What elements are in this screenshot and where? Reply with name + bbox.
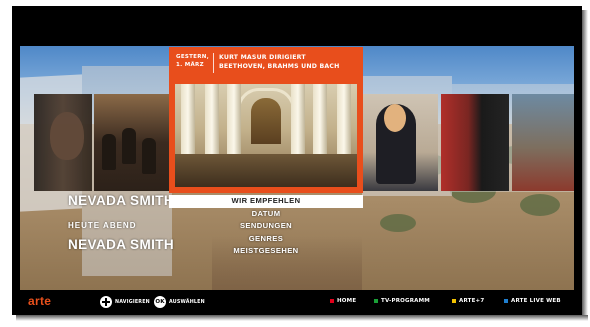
program-title: NEVADA SMITH — [68, 237, 175, 252]
select-hint: OK AUSWÄHLEN — [154, 296, 205, 308]
category-menu: WIR EMPFEHLEN DATUM SENDUNGEN GENRES MEI… — [169, 195, 363, 258]
dpad-icon — [100, 296, 112, 308]
featured-separator — [213, 53, 214, 73]
bottom-bar: arte NAVIGIEREN OK AUSWÄHLEN HOME TV-PRO… — [12, 290, 582, 315]
program-thumbnail[interactable] — [34, 94, 92, 191]
program-title: NEVADA SMITH — [68, 193, 175, 208]
red-button-icon — [330, 299, 334, 303]
menu-item-datum[interactable]: DATUM — [169, 208, 363, 221]
green-button-icon — [374, 299, 378, 303]
tv-screen: GESTERN, 1. MÄRZ KURT MASUR DIRIGIERT BE… — [12, 6, 582, 315]
program-thumbnail[interactable] — [512, 94, 574, 191]
menu-item-meistgesehen[interactable]: MEISTGESEHEN — [169, 245, 363, 258]
blue-button-icon — [504, 299, 508, 303]
arte-logo: arte — [28, 294, 52, 308]
featured-image — [175, 84, 357, 187]
arte-plus-7-button[interactable]: ARTE+7 — [452, 298, 484, 304]
ok-icon: OK — [154, 296, 166, 308]
menu-item-sendungen[interactable]: SENDUNGEN — [169, 220, 363, 233]
navigate-hint: NAVIGIEREN — [100, 296, 150, 308]
program-thumbnail[interactable] — [441, 94, 509, 191]
menu-item-genres[interactable]: GENRES — [169, 233, 363, 246]
tv-programm-button[interactable]: TV-PROGRAMM — [374, 298, 430, 304]
yellow-button-icon — [452, 299, 456, 303]
program-thumbnail[interactable] — [362, 94, 438, 191]
home-button[interactable]: HOME — [330, 298, 356, 304]
program-thumbnail[interactable] — [94, 94, 170, 191]
featured-program-card[interactable]: GESTERN, 1. MÄRZ KURT MASUR DIRIGIERT BE… — [169, 47, 363, 193]
frame-shadow — [582, 10, 588, 318]
arte-live-web-button[interactable]: ARTE LIVE WEB — [504, 298, 561, 304]
featured-title: KURT MASUR DIRIGIERT BEETHOVEN, BRAHMS U… — [219, 54, 340, 70]
menu-item-wir-empfehlen[interactable]: WIR EMPFEHLEN — [169, 195, 363, 208]
featured-date: GESTERN, 1. MÄRZ — [176, 54, 210, 68]
section-label: HEUTE ABEND — [68, 221, 137, 230]
frame-shadow — [16, 315, 588, 321]
